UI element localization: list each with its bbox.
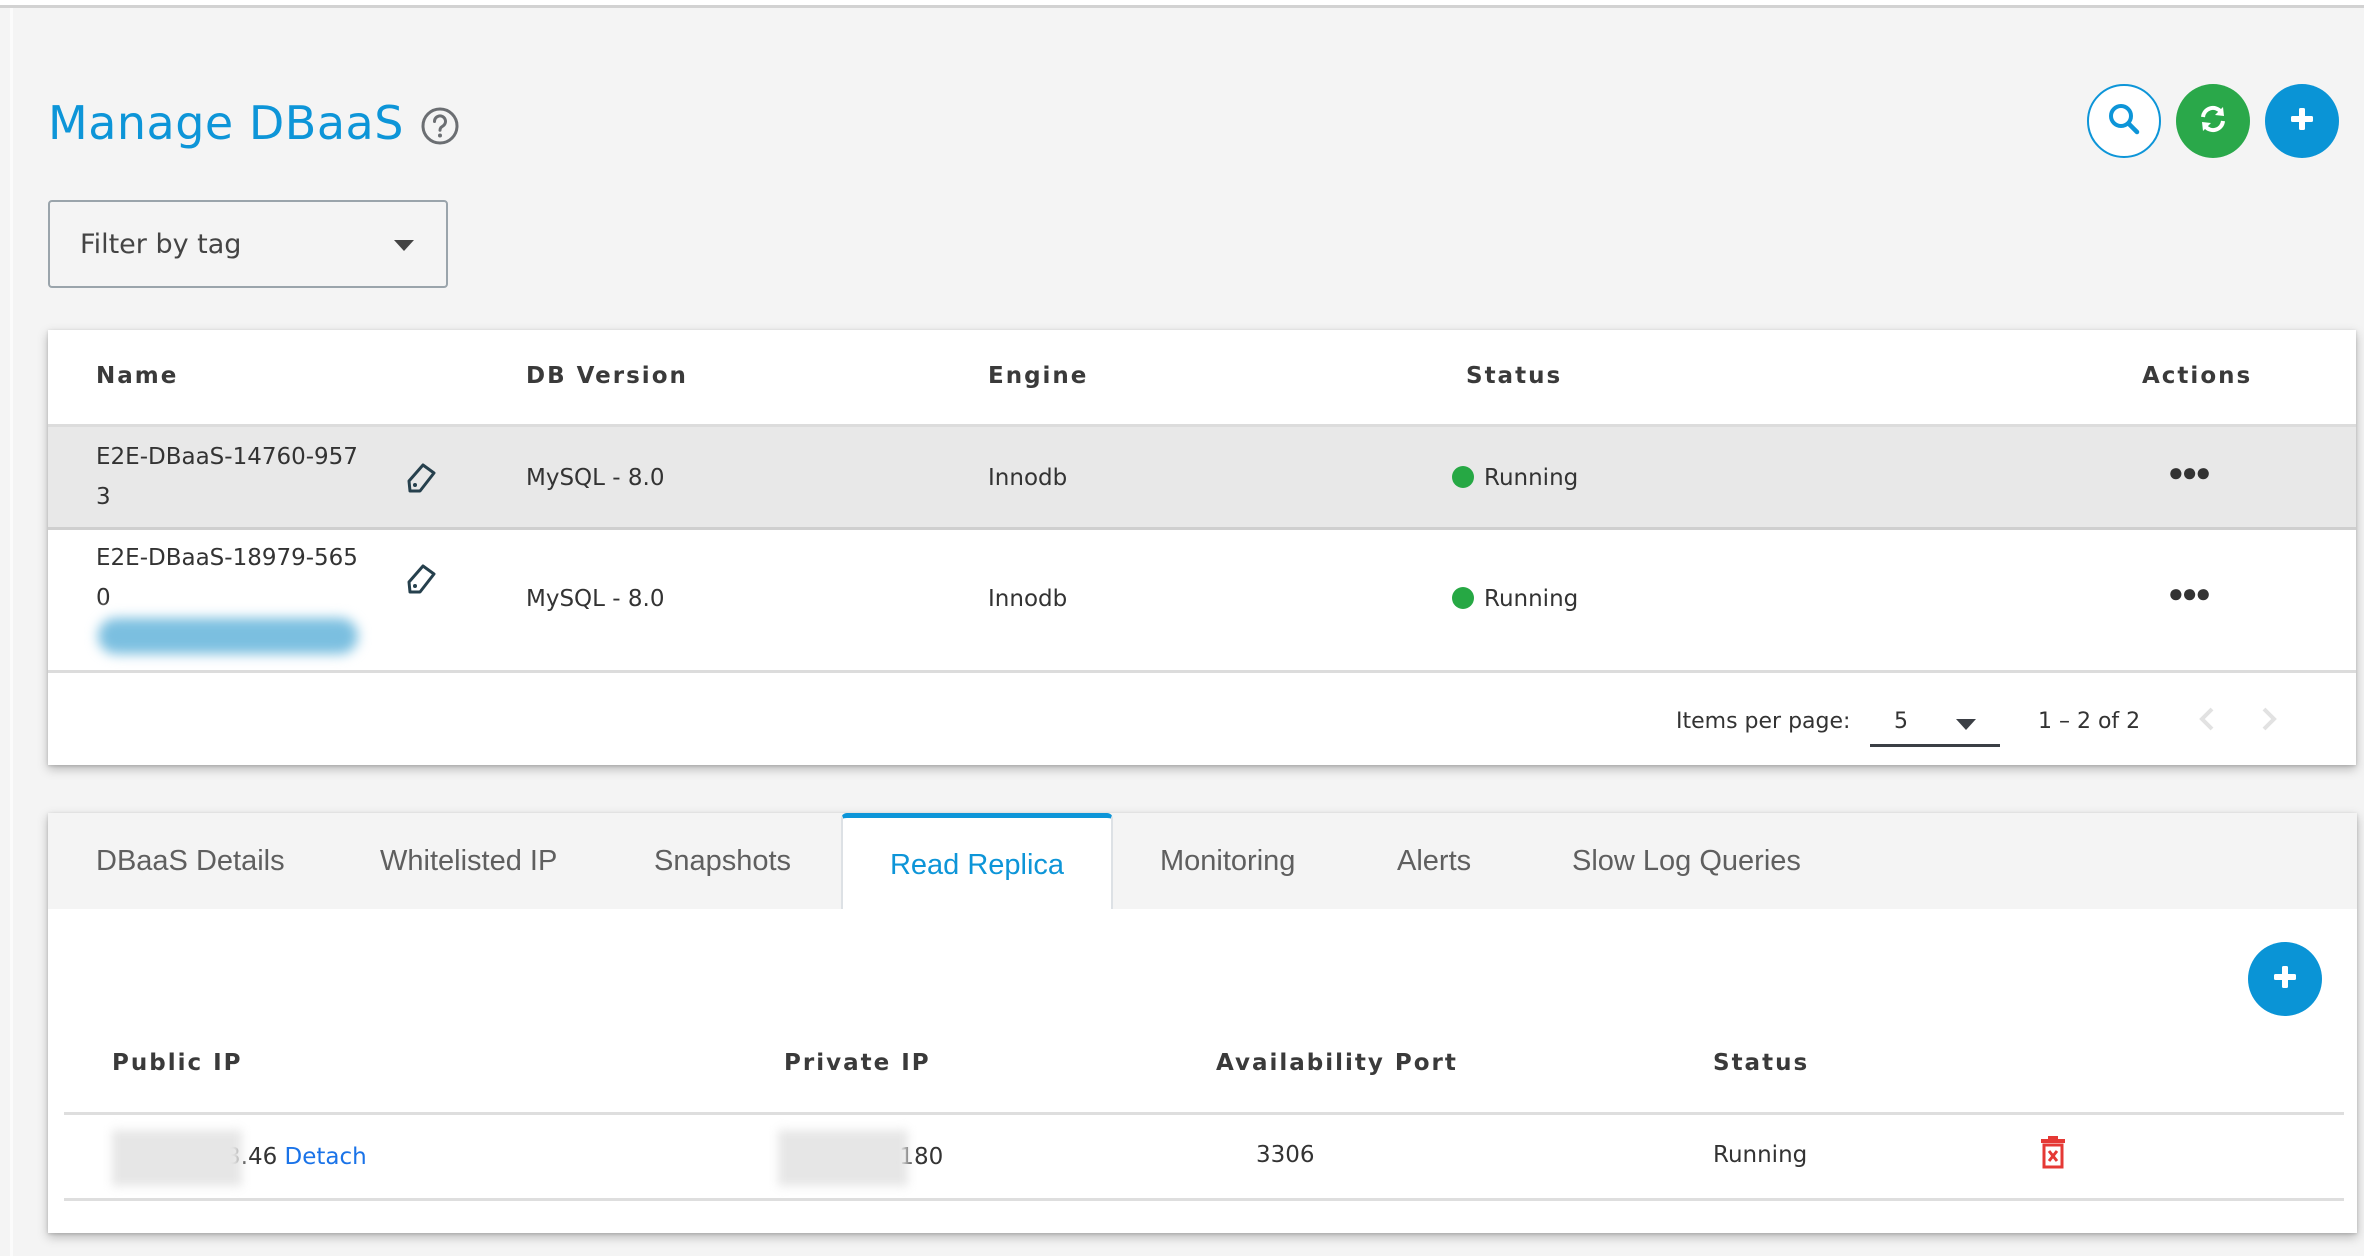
top-border — [0, 0, 2364, 8]
caret-down-icon — [1956, 719, 1976, 730]
items-per-page-value: 5 — [1894, 709, 1908, 734]
chevron-right-icon — [2262, 707, 2277, 731]
plus-icon — [2288, 105, 2316, 138]
plus-icon — [2272, 964, 2298, 995]
status-running-dot — [1452, 466, 1474, 488]
search-icon — [2106, 101, 2142, 142]
dbaas-name[interactable]: E2E-DBaaS-18979-565 0 — [96, 538, 376, 618]
dbaas-table: Name DB Version Engine Status Actions E2… — [48, 330, 2356, 765]
tab-monitoring[interactable]: Monitoring — [1160, 813, 1295, 909]
refresh-button[interactable] — [2176, 84, 2250, 158]
engine: Innodb — [988, 586, 1068, 612]
filter-by-tag-select[interactable]: Filter by tag — [48, 200, 448, 288]
refresh-icon — [2198, 104, 2228, 139]
detach-link[interactable]: Detach — [285, 1144, 367, 1170]
tab-snapshots[interactable]: Snapshots — [654, 813, 791, 909]
dbaas-name-line1: E2E-DBaaS-18979-565 — [96, 545, 358, 571]
private-ip: .180 — [778, 1129, 943, 1186]
dbaas-name[interactable]: E2E-DBaaS-14760-957 3 — [96, 437, 376, 517]
column-header-actions: Actions — [2142, 363, 2253, 389]
column-header-status: Status — [1466, 363, 1563, 389]
chevron-left-icon — [2199, 707, 2214, 731]
more-horizontal-icon[interactable]: ●●● — [2168, 457, 2211, 488]
tab-slow-log-queries[interactable]: Slow Log Queries — [1572, 813, 1801, 909]
page-range-label: 1 – 2 of 2 — [2038, 709, 2141, 734]
tab-read-replica[interactable]: Read Replica — [841, 813, 1113, 909]
paginator: Items per page: 5 1 – 2 of 2 — [48, 670, 2356, 765]
redacted-ip — [778, 1129, 908, 1186]
page-title-text: Manage DBaaS — [48, 96, 404, 150]
column-header-availability-port: Availability Port — [1216, 1050, 1458, 1076]
left-divider — [10, 8, 13, 1256]
next-page-button[interactable] — [2248, 699, 2288, 739]
question-circle-icon[interactable] — [420, 103, 460, 145]
row-divider — [64, 1112, 2344, 1115]
db-version: MySQL - 8.0 — [526, 586, 665, 612]
tab-whitelisted-ip[interactable]: Whitelisted IP — [380, 813, 557, 909]
column-header-status: Status — [1713, 1050, 1810, 1076]
trash-icon[interactable] — [2039, 1135, 2067, 1169]
dbaas-name-line2: 3 — [96, 484, 111, 510]
page-title: Manage DBaaS — [48, 96, 460, 150]
table-row[interactable]: E2E-DBaaS-18979-565 0 MySQL - 8.0 Innodb… — [48, 527, 2356, 670]
table-row[interactable]: E2E-DBaaS-14760-957 3 MySQL - 8.0 Innodb… — [48, 424, 2356, 527]
tab-bar: DBaaS Details Whitelisted IP Snapshots R… — [48, 813, 2357, 909]
tab-alerts[interactable]: Alerts — [1397, 813, 1471, 909]
engine: Innodb — [988, 465, 1068, 491]
add-read-replica-button[interactable] — [2248, 942, 2322, 1016]
column-header-private-ip: Private IP — [784, 1050, 931, 1076]
previous-page-button[interactable] — [2188, 699, 2228, 739]
dbaas-details-panel: DBaaS Details Whitelisted IP Snapshots R… — [48, 813, 2357, 1233]
tag-icon[interactable] — [404, 461, 438, 495]
items-per-page-select[interactable]: 5 — [1870, 695, 2000, 747]
column-header-public-ip: Public IP — [112, 1050, 243, 1076]
more-horizontal-icon[interactable]: ●●● — [2168, 578, 2211, 609]
status-running-dot — [1452, 587, 1474, 609]
status: Running — [1452, 586, 1578, 612]
column-header-engine: Engine — [988, 363, 1089, 389]
tag-icon[interactable] — [404, 562, 438, 596]
dbaas-name-line1: E2E-DBaaS-14760-957 — [96, 444, 358, 470]
status-label: Running — [1484, 465, 1579, 491]
search-button[interactable] — [2087, 84, 2161, 158]
availability-port: 3306 — [1256, 1142, 1315, 1168]
status: Running — [1452, 465, 1578, 491]
filter-placeholder: Filter by tag — [80, 228, 242, 260]
status-label: Running — [1484, 586, 1579, 612]
db-version: MySQL - 8.0 — [526, 465, 665, 491]
redacted-ip — [112, 1129, 242, 1186]
add-dbaas-button[interactable] — [2265, 84, 2339, 158]
column-header-name: Name — [96, 363, 179, 389]
items-per-page-label: Items per page: — [1676, 709, 1851, 734]
replica-status: Running — [1713, 1142, 1808, 1168]
row-divider — [64, 1198, 2344, 1201]
tab-dbaas-details[interactable]: DBaaS Details — [96, 813, 285, 909]
redacted-tag-chip — [98, 618, 358, 654]
column-header-db-version: DB Version — [526, 363, 688, 389]
caret-down-icon — [394, 240, 414, 251]
public-ip: 3.46 Detach — [112, 1129, 367, 1186]
